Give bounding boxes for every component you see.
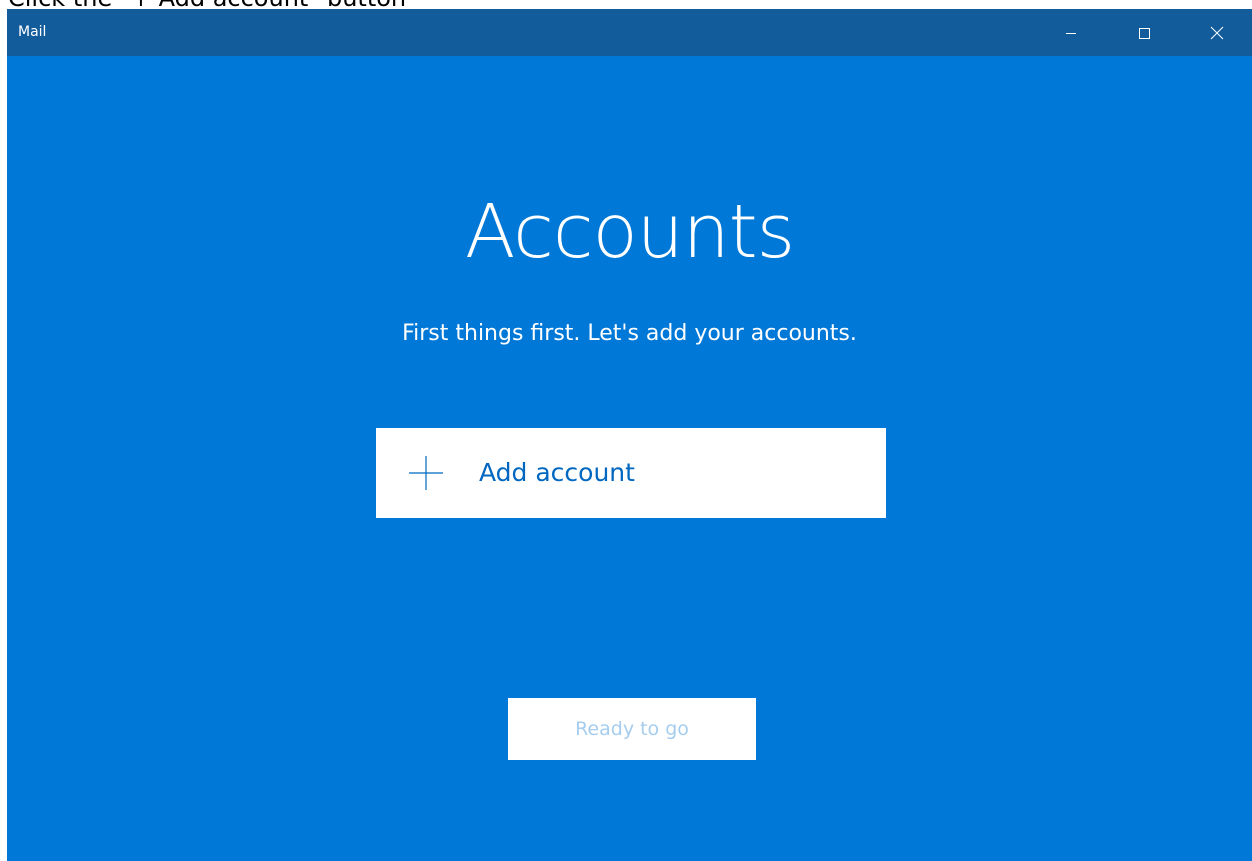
ready-to-go-button[interactable]: Ready to go [508,698,756,760]
title-bar[interactable]: Mail [7,9,1252,56]
task-instruction: Click the "+ Add account" button [8,0,406,10]
plus-icon [409,456,443,490]
add-account-button[interactable]: Add account [376,428,886,518]
mail-window: Mail Accounts First things first. Let's … [7,9,1252,861]
close-button[interactable] [1194,9,1240,56]
maximize-button[interactable] [1121,9,1167,56]
close-icon [1210,26,1224,39]
app-title: Mail [18,24,47,40]
minimize-icon [1066,32,1076,34]
page-subtitle: First things first. Let's add your accou… [402,321,857,346]
add-account-label: Add account [479,458,635,487]
minimize-button[interactable] [1048,9,1094,56]
maximize-icon [1139,27,1150,39]
page-title: Accounts [464,189,795,275]
